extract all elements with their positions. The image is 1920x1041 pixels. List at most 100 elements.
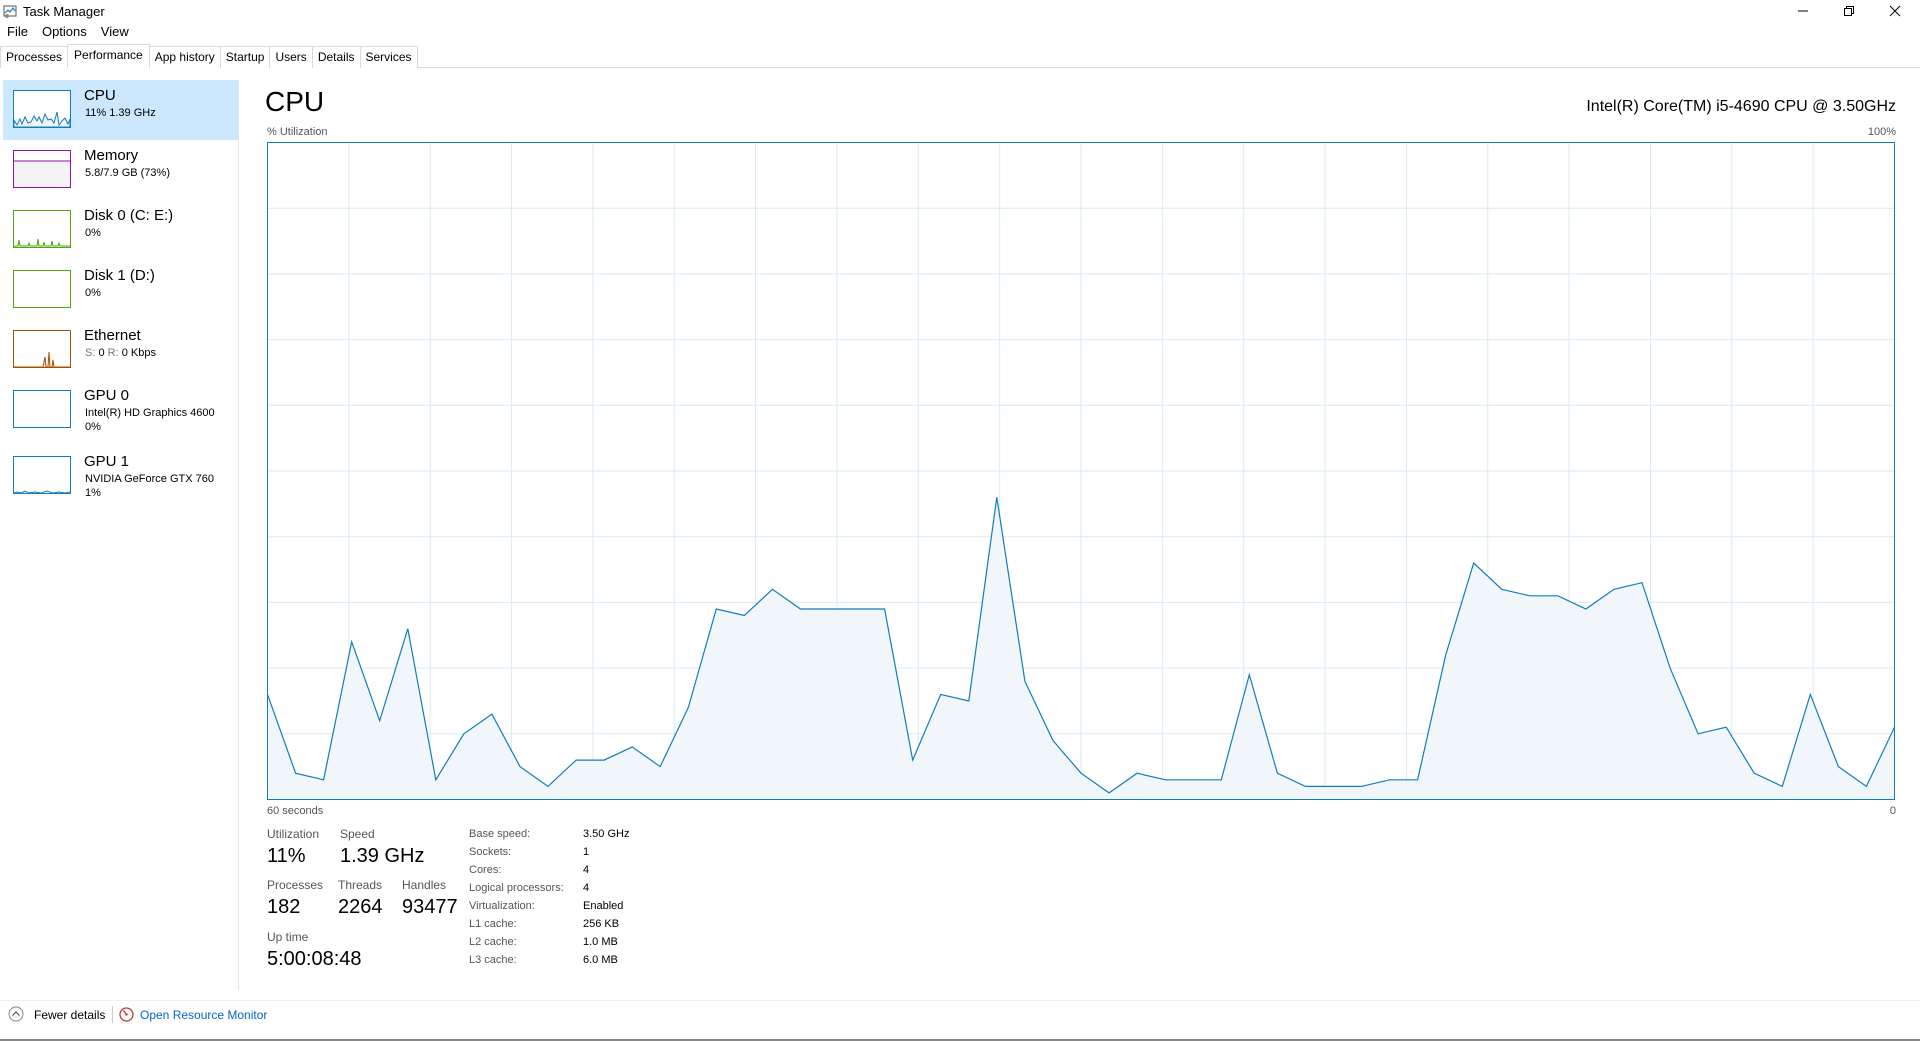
cpu-utilization-graph <box>266 142 1896 800</box>
sidebar-item-detail: 0% <box>85 227 101 239</box>
sockets-label: Sockets: <box>469 846 512 858</box>
chevron-up-icon[interactable] <box>8 1006 24 1022</box>
sidebar-item-detail: 11% 1.39 GHz <box>85 107 156 119</box>
minimize-icon <box>1798 10 1808 12</box>
threads-label: Threads <box>338 878 383 892</box>
sidebar-item-title: Memory <box>84 147 139 164</box>
tab-processes[interactable]: Processes <box>0 46 69 68</box>
logical-processors-value: 4 <box>583 882 590 894</box>
l1-cache-label: L1 cache: <box>469 918 517 930</box>
sidebar-item-detail: 5.8/7.9 GB (73%) <box>85 167 170 179</box>
task-manager-window: Task Manager File Options View Processes… <box>0 0 1920 1041</box>
tab-startup[interactable]: Startup <box>219 46 271 68</box>
l3-cache-value: 6.0 MB <box>583 954 618 966</box>
sidebar-item-usage: 1% <box>85 487 101 499</box>
receive-label: R: <box>107 347 119 359</box>
tab-performance[interactable]: Performance <box>67 44 150 68</box>
open-resource-monitor-link[interactable]: Open Resource Monitor <box>140 1008 267 1022</box>
virtualization-value: Enabled <box>583 900 624 912</box>
sidebar-item-cpu[interactable]: CPU 11% 1.39 GHz <box>3 80 239 140</box>
handles-label: Handles <box>402 878 447 892</box>
sidebar-item-gpu-0[interactable]: GPU 0 Intel(R) HD Graphics 4600 0% <box>3 380 239 446</box>
ethernet-thumbnail-graph <box>13 330 71 368</box>
tab-users[interactable]: Users <box>269 46 313 68</box>
sidebar-item-title: Disk 1 (D:) <box>84 267 155 284</box>
sidebar-item-detail: 0% <box>85 287 101 299</box>
cores-label: Cores: <box>469 864 502 876</box>
sidebar-item-detail: S: 0 R: 0 Kbps <box>85 347 156 359</box>
l2-cache-label: L2 cache: <box>469 936 517 948</box>
sidebar-item-ethernet[interactable]: Ethernet S: 0 R: 0 Kbps <box>3 320 239 380</box>
base-speed-label: Base speed: <box>469 828 531 840</box>
performance-sidebar: CPU 11% 1.39 GHz Memory 5.8/7.9 GB (73%) <box>3 80 239 512</box>
menu-bar: File Options View <box>0 23 136 43</box>
sidebar-item-title: GPU 1 <box>84 453 130 470</box>
footer-separator <box>112 1006 113 1023</box>
receive-value: 0 Kbps <box>121 347 156 359</box>
memory-thumbnail-graph <box>13 150 71 188</box>
close-icon <box>1889 5 1901 17</box>
sidebar-item-usage: 0% <box>85 421 101 433</box>
disk1-thumbnail-graph <box>13 270 71 308</box>
sidebar-item-detail: NVIDIA GeForce GTX 760 <box>85 473 214 485</box>
sockets-value: 1 <box>583 846 590 858</box>
speed-value: 1.39 GHz <box>340 845 425 867</box>
fewer-details-link[interactable]: Fewer details <box>34 1008 105 1022</box>
restore-button[interactable] <box>1826 0 1872 22</box>
gpu0-thumbnail-graph <box>13 390 71 428</box>
task-manager-app-icon <box>3 4 18 19</box>
window-title: Task Manager <box>23 4 105 19</box>
sidebar-item-title: GPU 0 <box>84 387 130 404</box>
threads-value: 2264 <box>338 896 383 918</box>
speed-label: Speed <box>340 827 375 841</box>
footer-divider <box>0 1000 1920 1001</box>
tab-bar: Processes Performance App history Startu… <box>0 44 418 68</box>
resource-monitor-icon[interactable] <box>119 1007 134 1022</box>
sidebar-divider <box>238 86 239 990</box>
gpu1-thumbnail-graph <box>13 456 71 494</box>
x-axis-min-label: 0 <box>1889 805 1896 817</box>
uptime-label: Up time <box>267 930 309 944</box>
uptime-value: 5:00:08:48 <box>267 948 362 970</box>
tab-app-history[interactable]: App history <box>148 46 221 68</box>
logical-processors-label: Logical processors: <box>469 882 564 894</box>
sidebar-item-disk-0[interactable]: Disk 0 (C: E:) 0% <box>3 200 239 260</box>
sidebar-item-title: Ethernet <box>84 327 141 344</box>
sidebar-item-memory[interactable]: Memory 5.8/7.9 GB (73%) <box>3 140 239 200</box>
menu-view[interactable]: View <box>94 23 136 43</box>
cpu-utilization-chart <box>266 142 1896 800</box>
handles-value: 93477 <box>402 896 458 918</box>
y-axis-label: % Utilization <box>267 126 328 138</box>
l1-cache-value: 256 KB <box>583 918 620 930</box>
sidebar-item-detail: Intel(R) HD Graphics 4600 <box>85 407 215 419</box>
close-button[interactable] <box>1872 0 1918 22</box>
l3-cache-label: L3 cache: <box>469 954 517 966</box>
send-value: 0 <box>98 347 105 359</box>
send-label: S: <box>85 347 96 359</box>
tab-details[interactable]: Details <box>311 46 361 68</box>
processes-label: Processes <box>267 878 324 892</box>
utilization-value: 11% <box>267 845 306 867</box>
processes-value: 182 <box>267 896 301 918</box>
tab-services[interactable]: Services <box>359 46 418 68</box>
cores-value: 4 <box>583 864 590 876</box>
sidebar-item-gpu-1[interactable]: GPU 1 NVIDIA GeForce GTX 760 1% <box>3 446 239 512</box>
cpu-thumbnail-graph <box>13 90 71 128</box>
minimize-button[interactable] <box>1780 0 1826 22</box>
l2-cache-value: 1.0 MB <box>583 936 618 948</box>
sidebar-item-title: Disk 0 (C: E:) <box>84 207 174 224</box>
title-bar: Task Manager <box>0 0 1920 22</box>
y-axis-max-label: 100% <box>1867 126 1896 138</box>
restore-icon <box>1844 6 1854 16</box>
sidebar-item-disk-1[interactable]: Disk 1 (D:) 0% <box>3 260 239 320</box>
page-title: CPU <box>265 86 325 117</box>
cpu-model-name: Intel(R) Core(TM) i5-4690 CPU @ 3.50GHz <box>1586 98 1896 115</box>
disk0-thumbnail-graph <box>13 210 71 248</box>
menu-options[interactable]: Options <box>35 23 94 43</box>
x-axis-label: 60 seconds <box>267 805 324 817</box>
virtualization-label: Virtualization: <box>469 900 535 912</box>
sidebar-item-title: CPU <box>84 87 116 104</box>
base-speed-value: 3.50 GHz <box>583 828 630 840</box>
menu-file[interactable]: File <box>0 23 35 43</box>
utilization-label: Utilization <box>267 827 320 841</box>
